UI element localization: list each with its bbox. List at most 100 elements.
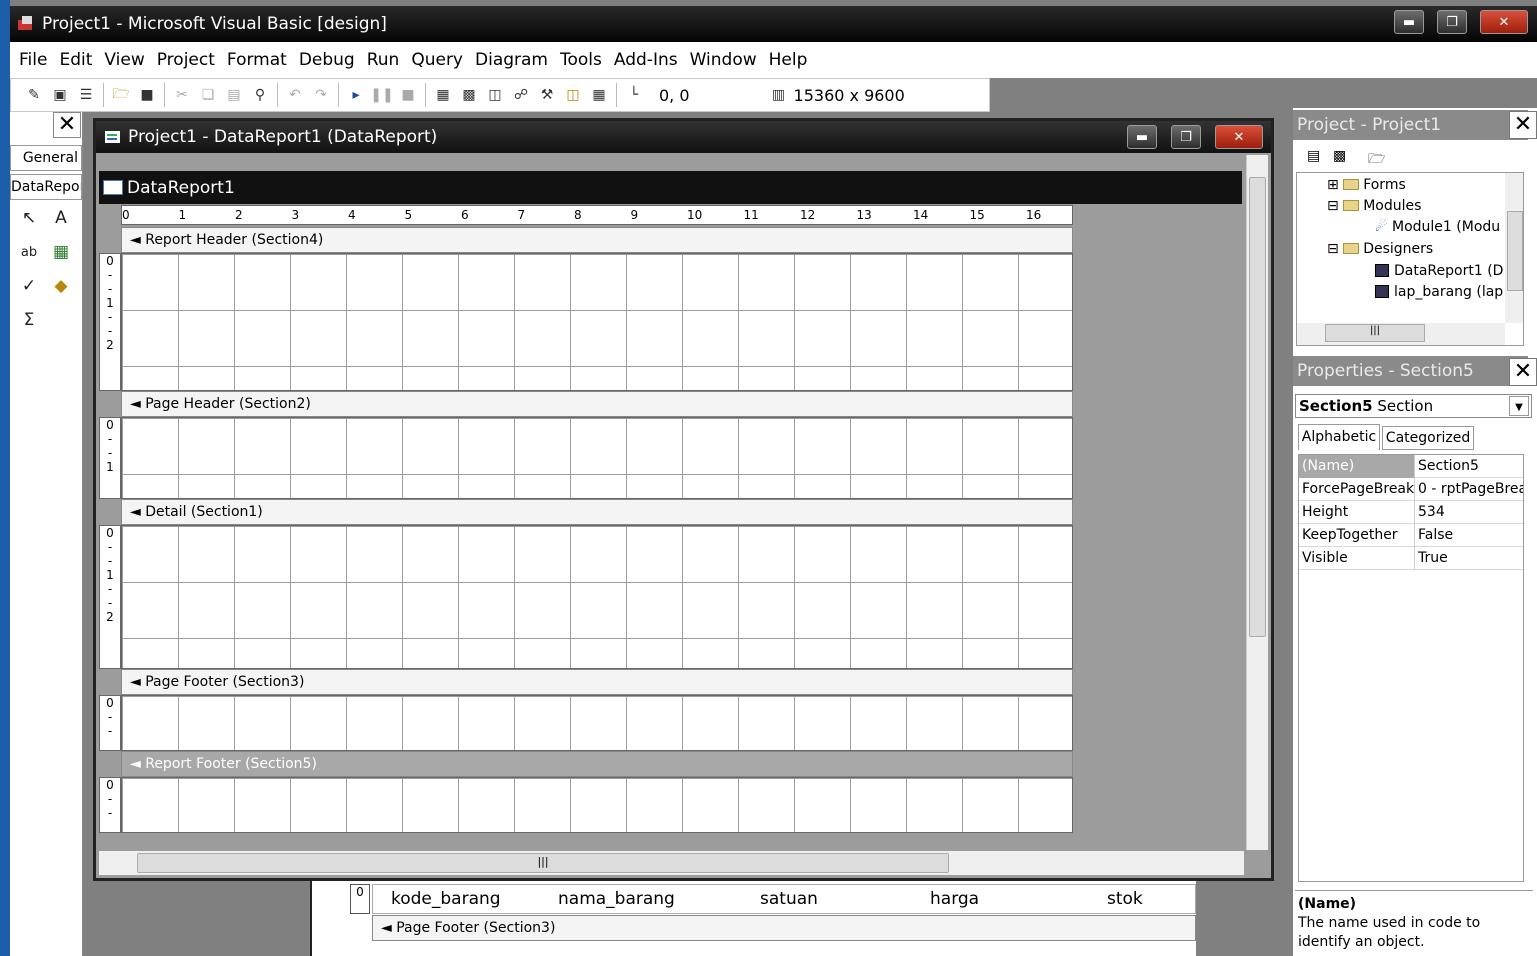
child-close-button[interactable]: ✕	[1215, 125, 1263, 149]
tree-item-module1[interactable]: ☄ Module1 (Modu	[1375, 219, 1500, 235]
field-harga[interactable]: harga	[930, 885, 979, 913]
horizontal-scroll-thumb[interactable]: |||	[137, 853, 949, 873]
property-row[interactable]: Height 534	[1299, 501, 1523, 524]
paste-icon[interactable]: ▤	[223, 84, 245, 106]
report-footer-band[interactable]: ◄ Report Footer (Section5)	[121, 751, 1073, 777]
menu-editor-icon[interactable]: ☰	[75, 84, 97, 106]
page-footer-label: Page Footer (Section3)	[396, 920, 556, 936]
add-project-icon[interactable]: ✎	[23, 84, 45, 106]
child-minimize-button[interactable]: ▬	[1127, 125, 1157, 149]
menu-diagram[interactable]: Diagram	[475, 50, 548, 70]
menu-tools[interactable]: Tools	[560, 50, 602, 70]
object-selector[interactable]: Section5 Section ▼	[1295, 394, 1532, 418]
field-kode-barang[interactable]: kode_barang	[391, 885, 501, 913]
project-close-icon[interactable]: ✕	[1509, 111, 1537, 139]
horizontal-scrollbar[interactable]: |||	[99, 851, 1244, 875]
toolbox-icon[interactable]: ⚒	[536, 84, 558, 106]
cut-icon[interactable]: ✂	[171, 84, 193, 106]
detail-band[interactable]: ◄ Detail (Section1)	[121, 499, 1073, 525]
restore-button[interactable]: ❐	[1437, 10, 1467, 34]
page-header-section[interactable]	[121, 417, 1073, 499]
component-manager-icon[interactable]: ▦	[588, 84, 610, 106]
view-code-icon[interactable]: ▤	[1307, 148, 1320, 164]
properties-close-icon[interactable]: ✕	[1509, 358, 1537, 386]
menu-query[interactable]: Query	[411, 50, 463, 70]
tree-item-modules[interactable]: ⊟ Modules	[1327, 198, 1421, 214]
view-object-icon[interactable]: ▩	[1333, 148, 1346, 164]
page-footer-band[interactable]: ◄ Page Footer (Section3)	[372, 915, 1196, 941]
menu-window[interactable]: Window	[690, 50, 757, 70]
tree-scroll-thumb[interactable]: |||	[1325, 324, 1425, 342]
menu-debug[interactable]: Debug	[299, 50, 355, 70]
property-value[interactable]: 534	[1416, 501, 1523, 524]
pause-icon[interactable]: ❚❚	[370, 84, 393, 106]
tree-item-forms[interactable]: ⊞ Forms	[1327, 177, 1406, 193]
page-footer-section[interactable]	[121, 695, 1073, 751]
rpt-image-tool-icon[interactable]: ▦	[47, 238, 75, 266]
tree-item-datareport1[interactable]: DataReport1 (D	[1375, 263, 1503, 279]
property-row[interactable]: KeepTogether False	[1299, 524, 1523, 547]
chevron-down-icon[interactable]: ▼	[1509, 396, 1529, 416]
property-row[interactable]: Visible True	[1299, 547, 1523, 570]
property-value[interactable]: 0 - rptPageBrea	[1416, 478, 1523, 501]
save-icon[interactable]: ■	[136, 84, 158, 106]
pointer-tool-icon[interactable]: ↖	[15, 204, 43, 232]
page-header-band[interactable]: ◄ Page Header (Section2)	[121, 391, 1073, 417]
child-restore-button[interactable]: ❐	[1171, 125, 1201, 149]
object-browser-icon[interactable]: ☍	[510, 84, 532, 106]
tab-alphabetic[interactable]: Alphabetic	[1298, 424, 1380, 450]
rpt-label-tool-icon[interactable]: A	[47, 204, 75, 232]
form-layout-icon[interactable]: ◫	[484, 84, 506, 106]
rpt-line-tool-icon[interactable]: ✓	[15, 272, 43, 300]
report-header-band[interactable]: ◄ Report Header (Section4)	[121, 227, 1073, 253]
run-icon[interactable]: ▸	[345, 84, 367, 106]
menu-help[interactable]: Help	[769, 50, 808, 70]
menu-file[interactable]: File	[19, 50, 47, 70]
property-row[interactable]: ForcePageBreak 0 - rptPageBrea	[1299, 478, 1523, 501]
field-nama-barang[interactable]: nama_barang	[558, 885, 675, 913]
rpt-shape-tool-icon[interactable]: ◆	[47, 272, 75, 300]
menu-project[interactable]: Project	[157, 50, 215, 70]
detail-section[interactable]	[121, 525, 1073, 669]
tree-scroll-thumb[interactable]	[1507, 211, 1523, 291]
tab-categorized[interactable]: Categorized	[1382, 426, 1474, 450]
report-header-section[interactable]	[121, 253, 1073, 391]
menu-format[interactable]: Format	[227, 50, 287, 70]
field-satuan[interactable]: satuan	[760, 885, 818, 913]
tree-item-lap-barang[interactable]: lap_barang (lap	[1375, 284, 1503, 300]
toolbox-close-icon[interactable]: ✕	[53, 112, 81, 138]
redo-icon[interactable]: ↷	[310, 84, 332, 106]
field-stok[interactable]: stok	[1107, 885, 1143, 913]
tree-item-designers[interactable]: ⊟ Designers	[1327, 241, 1433, 257]
tree-vertical-scrollbar[interactable]	[1505, 173, 1523, 323]
menu-edit[interactable]: Edit	[59, 50, 92, 70]
menu-view[interactable]: View	[104, 50, 144, 70]
property-value[interactable]: Section5	[1416, 455, 1523, 478]
vertical-scrollbar[interactable]	[1246, 155, 1268, 850]
undo-icon[interactable]: ↶	[284, 84, 306, 106]
property-row[interactable]: (Name) Section5	[1299, 455, 1523, 478]
toggle-folders-icon[interactable]: 🗁	[1368, 148, 1385, 172]
property-value[interactable]: True	[1416, 547, 1523, 570]
rpt-textbox-tool-icon[interactable]: ab	[15, 238, 43, 266]
data-view-icon[interactable]: ◫	[562, 84, 584, 106]
properties-window-icon[interactable]: ▩	[458, 84, 480, 106]
menu-addins[interactable]: Add-Ins	[614, 50, 678, 70]
stop-icon[interactable]: ■	[397, 84, 419, 106]
copy-icon[interactable]: ❏	[197, 84, 219, 106]
vertical-scroll-thumb[interactable]	[1249, 177, 1266, 637]
property-value[interactable]: False	[1416, 524, 1523, 547]
minimize-button[interactable]: ▬	[1394, 10, 1424, 34]
find-icon[interactable]: ⚲	[249, 84, 271, 106]
toolbox-tab-datareport[interactable]: DataRepor	[10, 174, 82, 200]
report-footer-section[interactable]	[121, 777, 1073, 833]
rpt-function-tool-icon[interactable]: Σ	[15, 306, 43, 334]
close-button[interactable]: ✕	[1480, 10, 1528, 34]
open-folder-icon[interactable]: 🗁	[110, 84, 132, 106]
tree-horizontal-scrollbar[interactable]: |||	[1297, 323, 1505, 345]
project-explorer-icon[interactable]: ▦	[432, 84, 454, 106]
toolbox-tab-general[interactable]: General	[10, 145, 82, 171]
menu-run[interactable]: Run	[367, 50, 400, 70]
add-form-icon[interactable]: ▣	[49, 84, 71, 106]
page-footer-band[interactable]: ◄ Page Footer (Section3)	[121, 669, 1073, 695]
